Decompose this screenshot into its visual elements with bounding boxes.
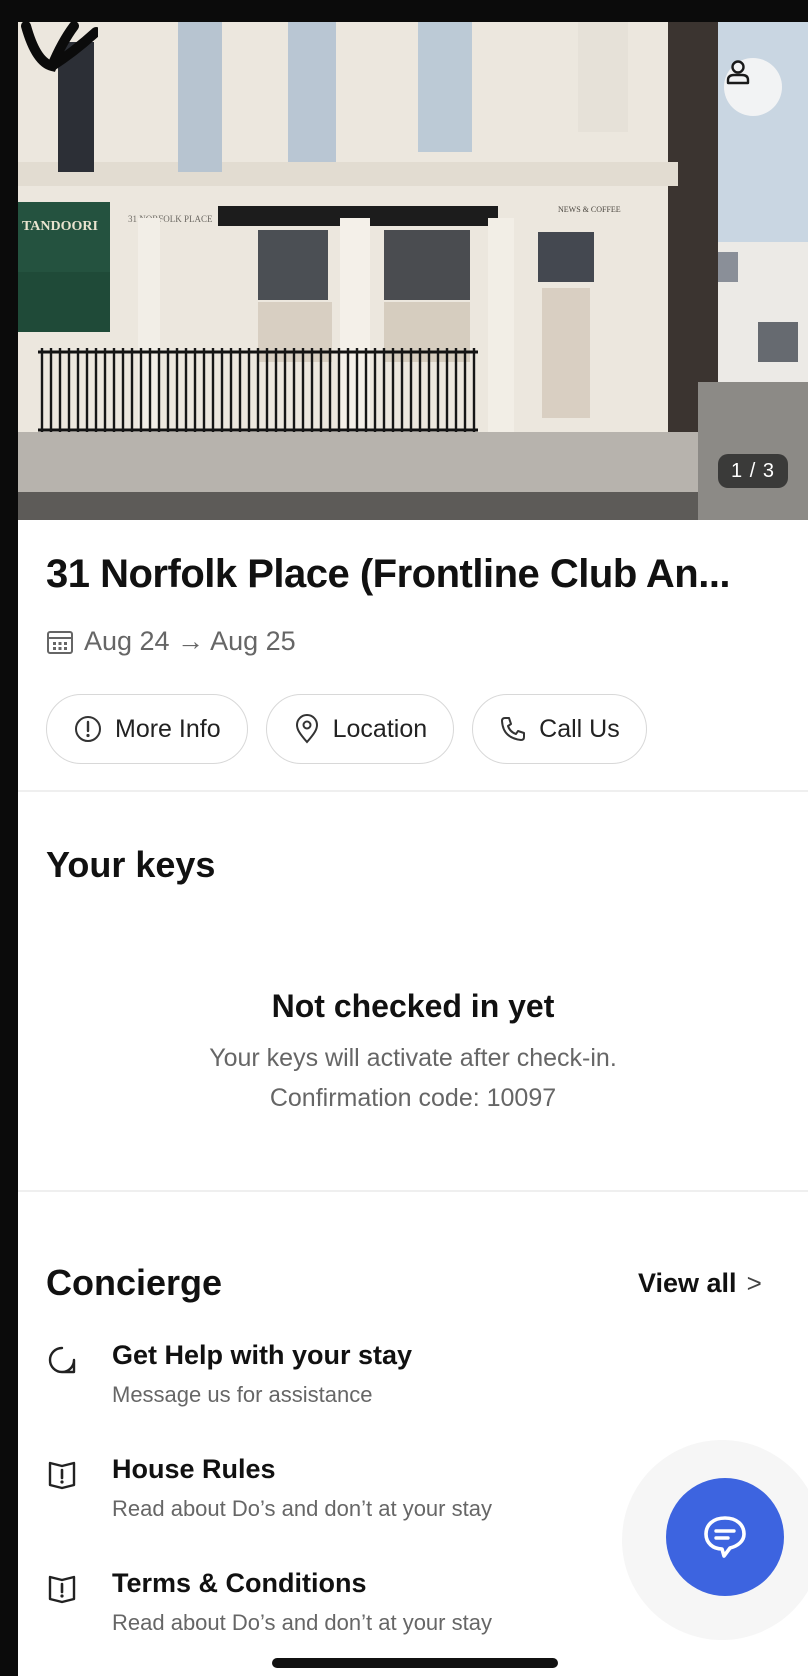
concierge-item-terms[interactable]: Terms & Conditions Read about Do’s and d…: [46, 1568, 666, 1638]
concierge-item-subtitle: Read about Do’s and don’t at your stay: [112, 1610, 492, 1635]
annotation-mark: [21, 22, 98, 72]
keys-status-line: Your keys will activate after check-in.: [209, 1044, 617, 1072]
shop-sign: TANDOORI: [22, 219, 98, 234]
stay-dates: Aug 24 → Aug 25: [46, 626, 296, 657]
view-all-label: View all: [638, 1268, 737, 1298]
calendar-icon: [47, 630, 73, 654]
home-indicator[interactable]: [272, 1658, 558, 1668]
section-divider: [18, 790, 808, 792]
concierge-heading: Concierge: [46, 1262, 223, 1303]
chat-bubble-icon: [48, 1346, 76, 1374]
book-alert-icon: [48, 1461, 76, 1490]
book-alert-icon: [48, 1575, 76, 1604]
concierge-item-title: Terms & Conditions: [112, 1568, 367, 1598]
device-frame-top: [0, 0, 808, 22]
dates-text: Aug 24 → Aug 25: [84, 626, 296, 656]
chat-fab-button[interactable]: [666, 1478, 784, 1596]
person-icon: [726, 60, 750, 85]
concierge-item-title: House Rules: [112, 1454, 276, 1484]
corner-sign: NEWS & COFFEE: [558, 205, 621, 214]
confirmation-code: Confirmation code: 10097: [269, 1084, 557, 1112]
more-info-label: More Info: [115, 714, 221, 743]
profile-button[interactable]: [724, 58, 782, 116]
concierge-item-help[interactable]: Get Help with your stay Message us for a…: [46, 1340, 666, 1410]
location-label: Location: [332, 714, 428, 743]
keys-heading: Your keys: [46, 844, 216, 885]
phone-icon: [501, 717, 526, 741]
concierge-item-subtitle: Read about Do’s and don’t at your stay: [112, 1496, 492, 1521]
info-icon: [75, 716, 101, 742]
device-frame-left: [0, 0, 18, 1676]
concierge-item-house-rules[interactable]: House Rules Read about Do’s and don’t at…: [46, 1454, 666, 1524]
concierge-item-subtitle: Message us for assistance: [112, 1382, 373, 1407]
message-icon: [704, 1516, 746, 1558]
building-illustration: TANDOORI 31 NORFOLK PLACE NEWS & COFFEE: [18, 22, 808, 520]
property-photo[interactable]: TANDOORI 31 NORFOLK PLACE NEWS & COFFEE: [18, 22, 808, 520]
app-screen: TANDOORI 31 NORFOLK PLACE NEWS & COFFEE: [18, 22, 808, 1676]
action-pills: More Info Location Call Us: [46, 694, 647, 764]
view-all-link[interactable]: View all >: [638, 1268, 762, 1299]
property-title: 31 Norfolk Place (Frontline Club An...: [46, 552, 731, 596]
location-pin-icon: [295, 714, 318, 744]
keys-status-title: Not checked in yet: [271, 988, 555, 1024]
call-us-label: Call Us: [539, 714, 620, 743]
photo-counter: 1 / 3: [718, 454, 788, 488]
section-divider: [18, 1190, 808, 1192]
chevron-right-icon: >: [746, 1268, 762, 1298]
concierge-item-title: Get Help with your stay: [112, 1340, 413, 1370]
call-us-button[interactable]: Call Us: [472, 694, 647, 764]
location-button[interactable]: Location: [265, 694, 455, 764]
more-info-button[interactable]: More Info: [46, 694, 248, 764]
